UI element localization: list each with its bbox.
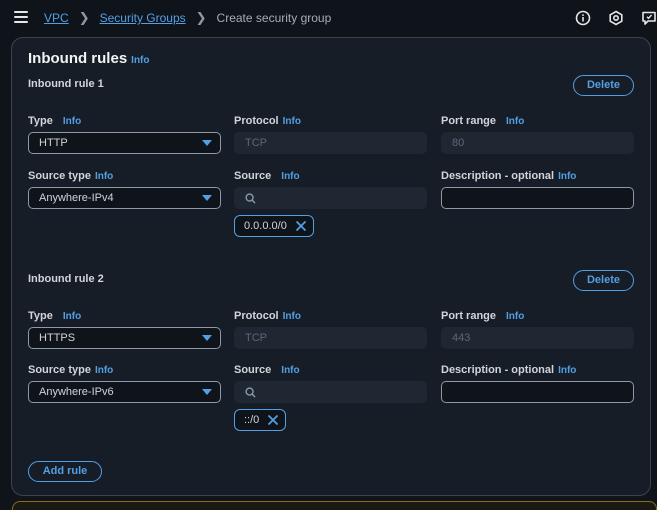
caret-down-icon (202, 389, 212, 395)
top-navigation-bar: VPC ❯ Security Groups ❯ Create security … (0, 0, 657, 36)
panel-title: Inbound rules Info (28, 50, 150, 67)
info-link[interactable]: Info (283, 116, 301, 127)
info-link[interactable]: Info (558, 365, 576, 376)
protocol-field: TCP (234, 327, 427, 349)
close-icon[interactable] (295, 220, 307, 232)
rule-heading: Inbound rule 2 (28, 273, 104, 285)
protocol-label: Protocol Info (234, 115, 301, 127)
info-circle-icon[interactable] (575, 10, 591, 26)
type-select-value: HTTP (39, 137, 68, 149)
info-link[interactable]: Info (63, 116, 81, 127)
panel-title-text: Inbound rules (28, 50, 128, 67)
menu-icon[interactable] (14, 11, 28, 23)
search-icon (245, 193, 256, 204)
delete-rule-button[interactable]: Delete (573, 270, 634, 291)
info-link[interactable]: Info (281, 171, 299, 182)
close-icon[interactable] (267, 414, 279, 426)
port-range-label: Port range Info (441, 310, 525, 322)
info-link[interactable]: Info (283, 311, 301, 322)
breadcrumb-security-groups[interactable]: Security Groups (100, 11, 186, 25)
type-select[interactable]: HTTPS (28, 327, 221, 349)
description-input[interactable] (441, 187, 634, 209)
source-type-select-value: Anywhere-IPv4 (39, 192, 114, 204)
info-link[interactable]: Info (131, 55, 149, 66)
breadcrumb-current: Create security group (216, 11, 332, 25)
source-type-label: Source type Info (28, 364, 114, 376)
port-range-field: 80 (441, 132, 634, 154)
caret-down-icon (202, 335, 212, 341)
feedback-icon[interactable] (641, 10, 657, 26)
caret-down-icon (202, 195, 212, 201)
rule-heading: Inbound rule 1 (28, 78, 104, 90)
type-select[interactable]: HTTP (28, 132, 221, 154)
info-link[interactable]: Info (558, 171, 576, 182)
chevron-right-icon: ❯ (195, 10, 207, 25)
info-link[interactable]: Info (506, 116, 524, 127)
port-range-label: Port range Info (441, 115, 525, 127)
chevron-right-icon: ❯ (78, 10, 90, 25)
search-icon (245, 387, 256, 398)
info-link[interactable]: Info (95, 365, 113, 376)
settings-hexagon-icon[interactable] (608, 10, 624, 26)
source-token-label: 0.0.0.0/0 (244, 219, 287, 232)
source-token: ::/0 (234, 409, 287, 431)
type-label: Type Info (28, 310, 82, 322)
add-rule-button[interactable]: Add rule (28, 461, 102, 482)
source-search-input[interactable] (234, 187, 427, 209)
source-token: 0.0.0.0/0 (234, 215, 314, 237)
protocol-field: TCP (234, 132, 427, 154)
source-search-input[interactable] (234, 381, 427, 403)
info-link[interactable]: Info (281, 365, 299, 376)
info-link[interactable]: Info (95, 171, 113, 182)
type-select-value: HTTPS (39, 332, 76, 344)
protocol-label: Protocol Info (234, 310, 301, 322)
delete-rule-button[interactable]: Delete (573, 75, 634, 96)
source-type-select[interactable]: Anywhere-IPv4 (28, 187, 221, 209)
description-label: Description - optional Info (441, 364, 577, 376)
caret-down-icon (202, 140, 212, 146)
port-range-field: 443 (441, 327, 634, 349)
info-link[interactable]: Info (506, 311, 524, 322)
info-link[interactable]: Info (63, 311, 81, 322)
source-label: Source Info (234, 364, 300, 376)
source-label: Source Info (234, 170, 300, 182)
type-label: Type Info (28, 115, 82, 127)
description-label: Description - optional Info (441, 170, 577, 182)
source-token-label: ::/0 (244, 413, 260, 426)
source-type-select-value: Anywhere-IPv6 (39, 386, 114, 398)
inbound-rules-panel: Inbound rules Info Inbound rule 1 Delete … (11, 37, 651, 496)
breadcrumb: VPC ❯ Security Groups ❯ Create security … (44, 10, 331, 26)
source-type-label: Source type Info (28, 170, 114, 182)
source-type-select[interactable]: Anywhere-IPv6 (28, 381, 221, 403)
next-panel-edge (12, 501, 657, 510)
description-input[interactable] (441, 381, 634, 403)
breadcrumb-vpc[interactable]: VPC (44, 11, 69, 25)
